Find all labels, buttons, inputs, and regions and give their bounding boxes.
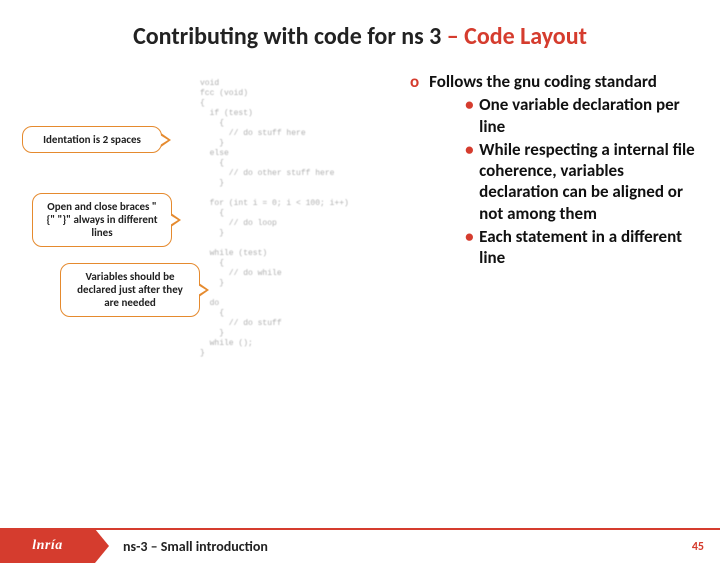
- bullet-o-mark: o: [410, 71, 419, 270]
- bullet-panel: o Follows the gnu coding standard One va…: [410, 71, 700, 270]
- code-sample: void fcc (void) { if (test) { // do stuf…: [200, 79, 410, 359]
- bullet-heading-block: Follows the gnu coding standard One vari…: [429, 71, 700, 270]
- callout-braces: Open and close braces "{" "}" always in …: [32, 193, 172, 247]
- slide-title: Contributing with code for ns 3 – Code L…: [0, 22, 720, 51]
- content-area: void fcc (void) { if (test) { // do stuf…: [0, 71, 720, 471]
- title-part1: Contributing with code for ns 3: [133, 22, 447, 51]
- callout-braces-text: Open and close braces "{" "}" always in …: [46, 200, 157, 239]
- page-number: 45: [692, 540, 704, 554]
- bullet-item: One variable declaration per line: [465, 94, 700, 137]
- logo-text: lnría: [32, 538, 63, 554]
- callout-indentation: Identation is 2 spaces: [22, 126, 162, 153]
- bullet-item: While respecting a internal file coheren…: [465, 139, 700, 224]
- bullet-list: One variable declaration per line While …: [447, 94, 700, 268]
- bullet-item: Each statement in a different line: [465, 226, 700, 269]
- callout-variables-text: Variables should be declared just after …: [77, 270, 183, 309]
- callout-variables: Variables should be declared just after …: [60, 263, 200, 317]
- bullet-heading-row: o Follows the gnu coding standard One va…: [410, 71, 700, 270]
- bullet-heading: Follows the gnu coding standard: [429, 71, 700, 92]
- callout-indentation-text: Identation is 2 spaces: [43, 133, 141, 146]
- footer-title: ns-3 – Small introduction: [123, 538, 268, 555]
- title-part2: – Code Layout: [447, 22, 587, 51]
- logo: lnría: [0, 529, 95, 563]
- footer: lnría ns-3 – Small introduction: [0, 528, 720, 562]
